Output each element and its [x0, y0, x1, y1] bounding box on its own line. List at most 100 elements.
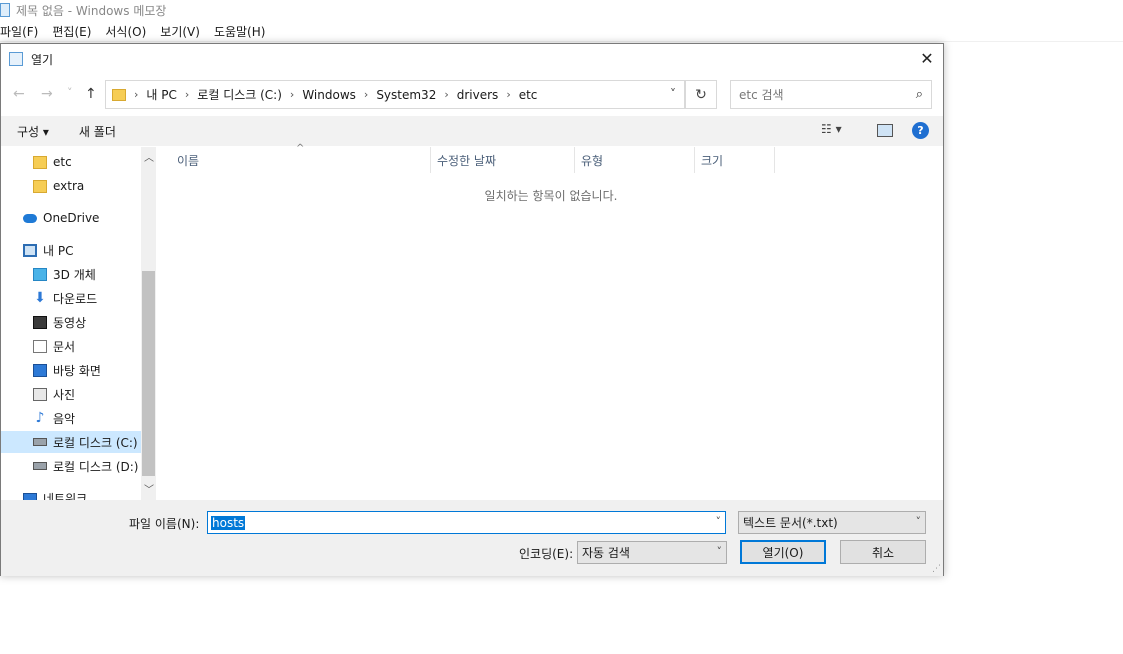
menu-help[interactable]: 도움말(H) — [214, 23, 266, 40]
video-icon — [33, 315, 47, 329]
nav-item-local-disk-d[interactable]: 로컬 디스크 (D:) — [33, 455, 138, 477]
folder-icon — [33, 155, 47, 169]
column-header: ^ 이름 수정한 날짜 유형 크기 — [159, 143, 943, 173]
nav-item-videos[interactable]: 동영상 — [33, 311, 86, 333]
open-button[interactable]: 열기(O) — [740, 540, 826, 564]
dialog-title-bar: 열기 ✕ — [1, 44, 943, 74]
refresh-button[interactable]: ↻ — [685, 80, 717, 109]
search-icon[interactable]: ⌕ — [916, 87, 923, 102]
nav-item-label: 문서 — [53, 339, 76, 354]
column-size[interactable]: 크기 — [695, 147, 775, 173]
column-name[interactable]: 이름 — [171, 147, 431, 173]
filename-input[interactable]: hosts ˅ — [207, 511, 726, 534]
nav-item-label: 바탕 화면 — [53, 363, 101, 378]
up-arrow-icon[interactable]: ↑ — [85, 86, 97, 102]
nav-item-label: 음악 — [53, 411, 76, 426]
notepad-menu-bar: 파일(F) 편집(E) 서식(O) 보기(V) 도움말(H) — [0, 22, 1123, 42]
resize-grip-icon[interactable]: ⋰ — [932, 564, 941, 574]
nav-item-label: etc — [53, 155, 72, 169]
breadcrumb-drivers[interactable]: drivers — [457, 88, 499, 102]
folder-icon — [112, 88, 126, 101]
nav-item-pictures[interactable]: 사진 — [33, 383, 75, 405]
menu-edit[interactable]: 편집(E) — [52, 23, 91, 40]
scroll-down-chevron-icon[interactable]: ﹀ — [144, 481, 154, 496]
menu-format[interactable]: 서식(O) — [105, 23, 146, 40]
filename-value: hosts — [211, 515, 246, 530]
encoding-value: 자동 검색 — [582, 546, 630, 560]
forward-arrow-icon[interactable]: → — [41, 86, 53, 102]
navigation-pane-scrollbar[interactable]: ︿ ﹀ — [141, 147, 156, 500]
scroll-up-chevron-icon[interactable]: ︿ — [144, 149, 154, 164]
breadcrumb-local-disk-c[interactable]: 로컬 디스크 (C:) — [197, 86, 282, 103]
nav-item-label: 로컬 디스크 (D:) — [53, 459, 139, 474]
nav-item-downloads[interactable]: ⬇ 다운로드 — [33, 287, 97, 309]
filename-dropdown-chevron-icon[interactable]: ˅ — [716, 515, 722, 528]
nav-item-desktop[interactable]: 바탕 화면 — [33, 359, 101, 381]
nav-item-label: 로컬 디스크 (C:) — [53, 435, 138, 450]
nav-item-my-pc[interactable]: 내 PC — [23, 239, 73, 261]
cloud-icon — [23, 213, 37, 223]
close-button[interactable]: ✕ — [917, 48, 937, 68]
download-icon: ⬇ — [34, 290, 46, 306]
recent-locations-chevron-icon[interactable]: ˅ — [67, 86, 73, 99]
desktop-icon — [33, 363, 47, 377]
scrollbar-thumb[interactable] — [142, 271, 155, 476]
search-input[interactable]: etc 검색 ⌕ — [730, 80, 932, 109]
music-icon: ♪ — [35, 410, 45, 426]
address-bar[interactable]: › 내 PC › 로컬 디스크 (C:) › Windows › System3… — [105, 80, 685, 109]
filetype-chevron-icon: ˅ — [915, 515, 922, 528]
drive-icon — [33, 462, 47, 470]
address-dropdown-chevron-icon[interactable]: ˅ — [670, 87, 676, 101]
nav-item-label: 사진 — [53, 387, 76, 402]
cancel-button[interactable]: 취소 — [840, 540, 926, 564]
nav-item-label: 다운로드 — [53, 291, 98, 306]
nav-item-label: OneDrive — [43, 211, 100, 225]
nav-item-etc[interactable]: etc — [33, 151, 72, 173]
pc-icon — [23, 243, 37, 257]
notepad-icon — [0, 3, 10, 17]
document-icon — [33, 339, 47, 353]
nav-item-extra[interactable]: extra — [33, 175, 84, 197]
nav-item-music[interactable]: ♪ 음악 — [33, 407, 76, 429]
menu-file[interactable]: 파일(F) — [0, 23, 38, 40]
dialog-title: 열기 — [31, 52, 54, 67]
column-type[interactable]: 유형 — [575, 147, 695, 173]
encoding-select[interactable]: 자동 검색 ˅ — [577, 541, 727, 564]
navigation-pane: etc extra OneDrive 내 PC 3D 개체 ⬇ 다운로드 동영상 — [1, 147, 156, 500]
back-arrow-icon[interactable]: ← — [13, 86, 25, 102]
preview-pane-icon[interactable] — [877, 124, 893, 137]
breadcrumb-etc[interactable]: etc — [519, 88, 538, 102]
command-toolbar: 구성 ▾ 새 폴더 ☷ ▾ ? — [1, 116, 943, 146]
menu-view[interactable]: 보기(V) — [160, 23, 200, 40]
file-list-pane: ^ 이름 수정한 날짜 유형 크기 일치하는 항목이 없습니다. — [159, 143, 943, 500]
dialog-footer: 파일 이름(N): hosts ˅ 텍스트 문서(*.txt) ˅ 인코딩(E)… — [1, 500, 943, 576]
column-date-modified[interactable]: 수정한 날짜 — [431, 147, 575, 173]
nav-item-onedrive[interactable]: OneDrive — [23, 207, 99, 229]
nav-item-label: 내 PC — [43, 243, 74, 258]
notepad-title-bar: 제목 없음 - Windows 메모장 — [0, 0, 1123, 20]
new-folder-button[interactable]: 새 폴더 — [79, 123, 116, 140]
nav-item-network[interactable]: 네트워크 — [23, 487, 87, 500]
breadcrumb-windows[interactable]: Windows — [302, 88, 356, 102]
organize-menu-button[interactable]: 구성 ▾ — [17, 123, 49, 140]
nav-item-documents[interactable]: 문서 — [33, 335, 75, 357]
network-icon — [23, 493, 37, 500]
dialog-notepad-icon — [9, 52, 23, 66]
open-file-dialog: 열기 ✕ ← → ˅ ↑ › 내 PC › 로컬 디스크 (C:) › Wind… — [0, 43, 944, 576]
empty-list-message: 일치하는 항목이 없습니다. — [484, 189, 618, 203]
encoding-label: 인코딩(E): — [519, 547, 574, 561]
nav-item-label: 3D 개체 — [53, 267, 96, 282]
3d-objects-icon — [33, 267, 47, 281]
filetype-value: 텍스트 문서(*.txt) — [743, 516, 838, 530]
breadcrumb-system32[interactable]: System32 — [376, 88, 436, 102]
nav-item-3d-objects[interactable]: 3D 개체 — [33, 263, 96, 285]
encoding-chevron-icon: ˅ — [716, 545, 723, 558]
help-icon[interactable]: ? — [912, 122, 929, 139]
nav-item-label: 네트워크 — [43, 491, 88, 501]
search-placeholder: etc 검색 — [739, 88, 784, 102]
breadcrumb-my-pc[interactable]: 내 PC — [146, 86, 176, 103]
view-options-icon[interactable]: ☷ ▾ — [821, 122, 842, 136]
nav-item-label: 동영상 — [53, 315, 87, 330]
filetype-select[interactable]: 텍스트 문서(*.txt) ˅ — [738, 511, 926, 534]
nav-item-local-disk-c[interactable]: 로컬 디스크 (C:) — [1, 431, 141, 453]
